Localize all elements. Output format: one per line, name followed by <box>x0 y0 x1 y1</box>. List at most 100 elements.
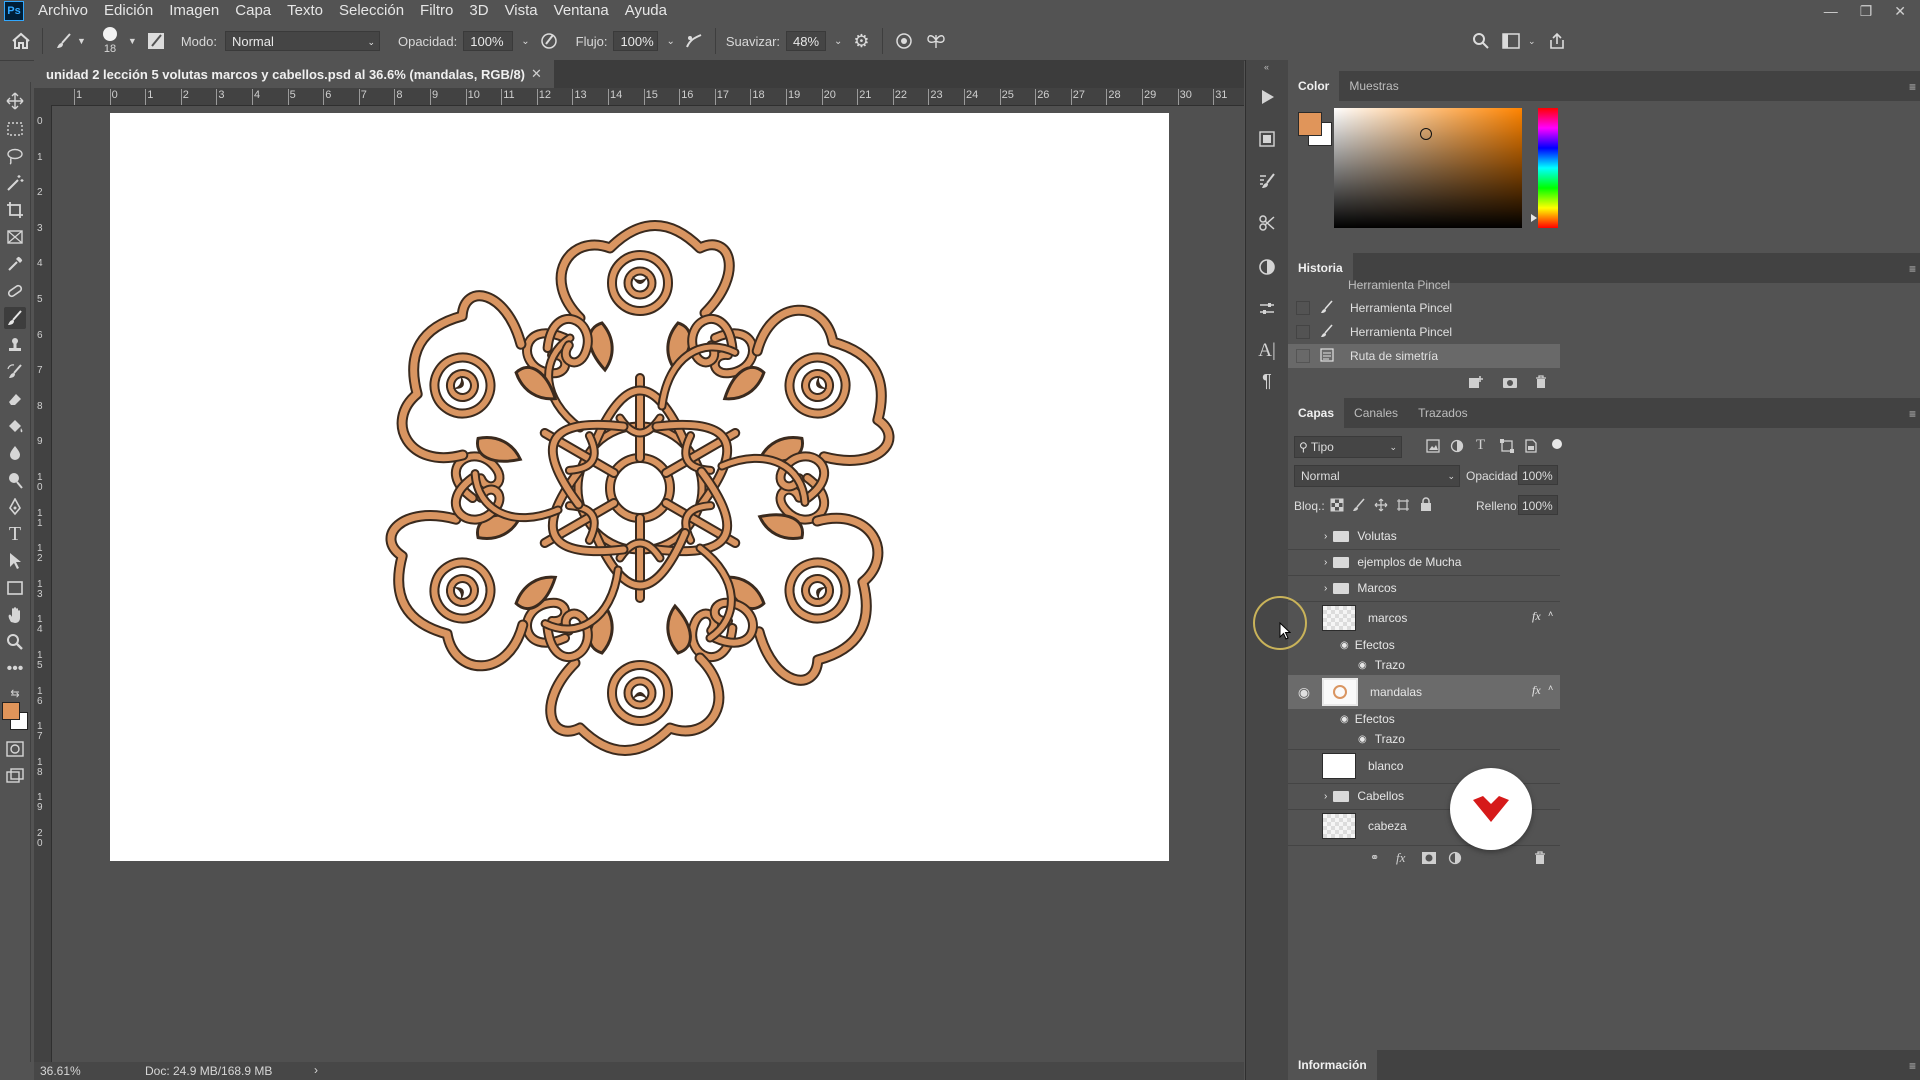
marquee-tool-icon[interactable] <box>4 118 26 140</box>
layer-group-row[interactable]: › Volutas <box>1288 523 1560 550</box>
lock-position-icon[interactable] <box>1374 498 1388 517</box>
effects-row[interactable]: ◉ Efectos <box>1288 635 1560 655</box>
chevron-right-icon[interactable]: › <box>1324 583 1327 594</box>
chevron-down-icon[interactable]: ⌄ <box>1528 36 1536 47</box>
eyedropper-tool-icon[interactable] <box>4 253 26 275</box>
pressure-size-icon[interactable] <box>893 30 915 52</box>
history-snapshot-box[interactable] <box>1296 325 1310 339</box>
chevron-down-icon[interactable]: ⌄ <box>521 36 529 47</box>
dodge-tool-icon[interactable] <box>4 469 26 491</box>
chevron-down-icon[interactable]: ⌄ <box>666 36 674 47</box>
paint-bucket-tool-icon[interactable] <box>4 415 26 437</box>
history-item[interactable]: Herramienta Pincel <box>1288 320 1560 344</box>
panel-menu-icon[interactable]: ≡ <box>1909 80 1916 94</box>
blur-tool-icon[interactable] <box>4 442 26 464</box>
rectangle-tool-icon[interactable] <box>4 577 26 599</box>
history-item-selected[interactable]: Ruta de simetría <box>1288 344 1560 368</box>
layer-group-row[interactable]: › Marcos <box>1288 575 1560 602</box>
restore-icon[interactable]: ❐ <box>1860 3 1873 20</box>
menu-archivo[interactable]: Archivo <box>30 0 96 22</box>
history-item[interactable]: Herramienta Pincel <box>1288 280 1560 290</box>
menu-ayuda[interactable]: Ayuda <box>617 0 675 22</box>
add-style-icon[interactable]: fx <box>1396 850 1405 866</box>
add-mask-icon[interactable] <box>1422 851 1436 869</box>
link-layers-icon[interactable]: ⚭ <box>1370 851 1379 864</box>
close-icon[interactable]: ✕ <box>1894 3 1906 20</box>
airbrush-icon[interactable] <box>683 30 705 52</box>
tab-capas[interactable]: Capas <box>1288 398 1345 428</box>
foreground-color-swatch[interactable] <box>2 702 20 720</box>
mode-select[interactable]: Normal ⌄ <box>224 31 380 51</box>
hand-tool-icon[interactable] <box>4 604 26 626</box>
menu-imagen[interactable]: Imagen <box>161 0 227 22</box>
close-tab-icon[interactable]: ✕ <box>531 66 542 82</box>
adjustments-icon[interactable] <box>1256 256 1278 278</box>
more-tools-icon[interactable]: ••• <box>4 658 26 680</box>
color-picker-cursor[interactable] <box>1420 128 1432 140</box>
zoom-level[interactable]: 36.61% <box>40 1064 81 1078</box>
tab-historia[interactable]: Historia <box>1288 253 1353 283</box>
chevron-right-icon[interactable]: › <box>1324 557 1327 568</box>
effects-row[interactable]: ◉ Efectos <box>1288 709 1560 729</box>
color-hue-slider[interactable] <box>1538 108 1558 228</box>
chevron-up-icon[interactable]: ˄ <box>1548 683 1553 693</box>
panel-menu-icon[interactable]: ≡ <box>1909 407 1916 421</box>
play-actions-icon[interactable] <box>1256 86 1278 108</box>
history-brush-tool-icon[interactable] <box>4 361 26 383</box>
adjustment-layer-icon[interactable] <box>1448 851 1462 870</box>
tab-muestras[interactable]: Muestras <box>1339 71 1408 101</box>
lock-all-icon[interactable] <box>1420 497 1432 516</box>
eraser-tool-icon[interactable] <box>4 388 26 410</box>
effect-stroke-row[interactable]: ◉ Trazo <box>1288 729 1560 750</box>
layer-blend-mode-select[interactable]: Normal ⌄ <box>1294 465 1460 487</box>
brush-tool-icon[interactable] <box>53 30 75 52</box>
paragraph-icon[interactable]: ¶ <box>1256 370 1278 392</box>
tab-canales[interactable]: Canales <box>1344 398 1408 428</box>
collapse-arrows-icon[interactable]: « <box>1264 62 1269 72</box>
document-tab[interactable]: unidad 2 lección 5 volutas marcos y cabe… <box>34 60 554 88</box>
filter-type-icon[interactable]: T <box>1476 437 1485 454</box>
menu-vista[interactable]: Vista <box>497 0 546 22</box>
color-saturation-field[interactable] <box>1334 108 1522 228</box>
pressure-opacity-icon[interactable] <box>538 30 560 52</box>
layer-opacity-input[interactable]: 100% <box>1518 465 1558 485</box>
lock-transparency-icon[interactable] <box>1330 498 1344 517</box>
chevron-up-icon[interactable]: ˄ <box>1548 609 1553 619</box>
color-foreground-swatch[interactable] <box>1298 112 1322 136</box>
zoom-tool-icon[interactable] <box>4 631 26 653</box>
menu-capa[interactable]: Capa <box>227 0 279 22</box>
trash-icon[interactable] <box>1534 375 1548 394</box>
quick-mask-icon[interactable] <box>4 738 26 760</box>
symmetry-butterfly-icon[interactable] <box>925 30 947 52</box>
path-selection-tool-icon[interactable] <box>4 550 26 572</box>
healing-brush-tool-icon[interactable] <box>4 280 26 302</box>
document-canvas[interactable] <box>110 113 1169 861</box>
filter-toggle-icon[interactable] <box>1552 439 1562 449</box>
screen-mode-icon[interactable] <box>4 765 26 787</box>
brush-preset-picker[interactable]: 18 <box>94 24 128 58</box>
eye-icon[interactable]: ◉ <box>1358 734 1367 745</box>
new-document-from-state-icon[interactable] <box>1468 375 1484 394</box>
lock-artboard-icon[interactable] <box>1396 498 1410 517</box>
home-icon[interactable] <box>10 30 32 52</box>
flow-input[interactable]: 100% <box>613 31 659 51</box>
menu-3d[interactable]: 3D <box>461 0 496 22</box>
history-item[interactable]: Herramienta Pincel <box>1288 296 1560 320</box>
layer-filter-select[interactable]: ⚲ Tipo ⌄ <box>1294 436 1402 458</box>
fx-icon[interactable]: fx <box>1532 683 1541 698</box>
menu-ventana[interactable]: Ventana <box>546 0 617 22</box>
crop-tool-icon[interactable] <box>4 199 26 221</box>
tab-trazados[interactable]: Trazados <box>1408 398 1478 428</box>
menu-seleccion[interactable]: Selección <box>331 0 412 22</box>
minimize-icon[interactable]: — <box>1824 3 1838 19</box>
menu-edicion[interactable]: Edición <box>96 0 161 22</box>
clone-source-icon[interactable] <box>1256 212 1278 234</box>
filter-adjustment-icon[interactable] <box>1450 439 1464 458</box>
layer-group-row[interactable]: › ejemplos de Mucha <box>1288 549 1560 576</box>
filter-pixel-icon[interactable] <box>1426 439 1440 458</box>
chevron-down-icon[interactable]: ▼ <box>77 36 86 46</box>
chevron-right-icon[interactable]: › <box>1324 531 1327 542</box>
hue-slider-handle[interactable] <box>1531 214 1537 222</box>
libraries-icon[interactable] <box>1256 128 1278 150</box>
chevron-right-icon[interactable]: › <box>1324 791 1327 802</box>
